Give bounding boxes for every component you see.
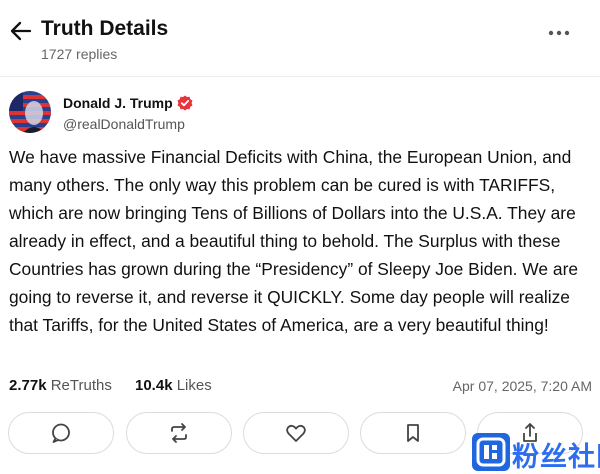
post-timestamp: Apr 07, 2025, 7:20 AM [452, 378, 592, 394]
author-name[interactable]: Donald J. Trump [63, 95, 173, 111]
verified-badge-icon [177, 95, 193, 111]
author-handle[interactable]: @realDonaldTrump [63, 116, 185, 132]
watermark: 粉丝社区 [472, 431, 600, 473]
likes-label: Likes [176, 377, 212, 394]
like-button[interactable] [243, 412, 349, 454]
likes-stat[interactable]: 10.4k Likes [135, 377, 212, 394]
watermark-text: 粉丝社区 [512, 442, 600, 472]
back-arrow-icon[interactable] [10, 20, 32, 42]
page-header: Truth Details 1727 replies [0, 0, 600, 76]
reply-button[interactable] [8, 412, 114, 454]
post-stats: 2.77k ReTruths 10.4k Likes Apr 07, 2025,… [9, 377, 592, 397]
retruths-stat[interactable]: 2.77k ReTruths [9, 377, 112, 394]
retruths-label: ReTruths [50, 377, 112, 394]
watermark-logo-icon [472, 433, 510, 471]
header-divider [0, 76, 600, 77]
likes-count: 10.4k [135, 377, 173, 394]
bookmark-button[interactable] [360, 412, 466, 454]
page-title: Truth Details [41, 17, 169, 40]
retruth-button[interactable] [126, 412, 232, 454]
more-options-icon[interactable] [548, 26, 570, 38]
avatar[interactable] [9, 91, 51, 133]
post-text: We have massive Financial Deficits with … [9, 147, 579, 335]
reply-count: 1727 replies [41, 46, 118, 62]
retruths-count: 2.77k [9, 377, 47, 394]
